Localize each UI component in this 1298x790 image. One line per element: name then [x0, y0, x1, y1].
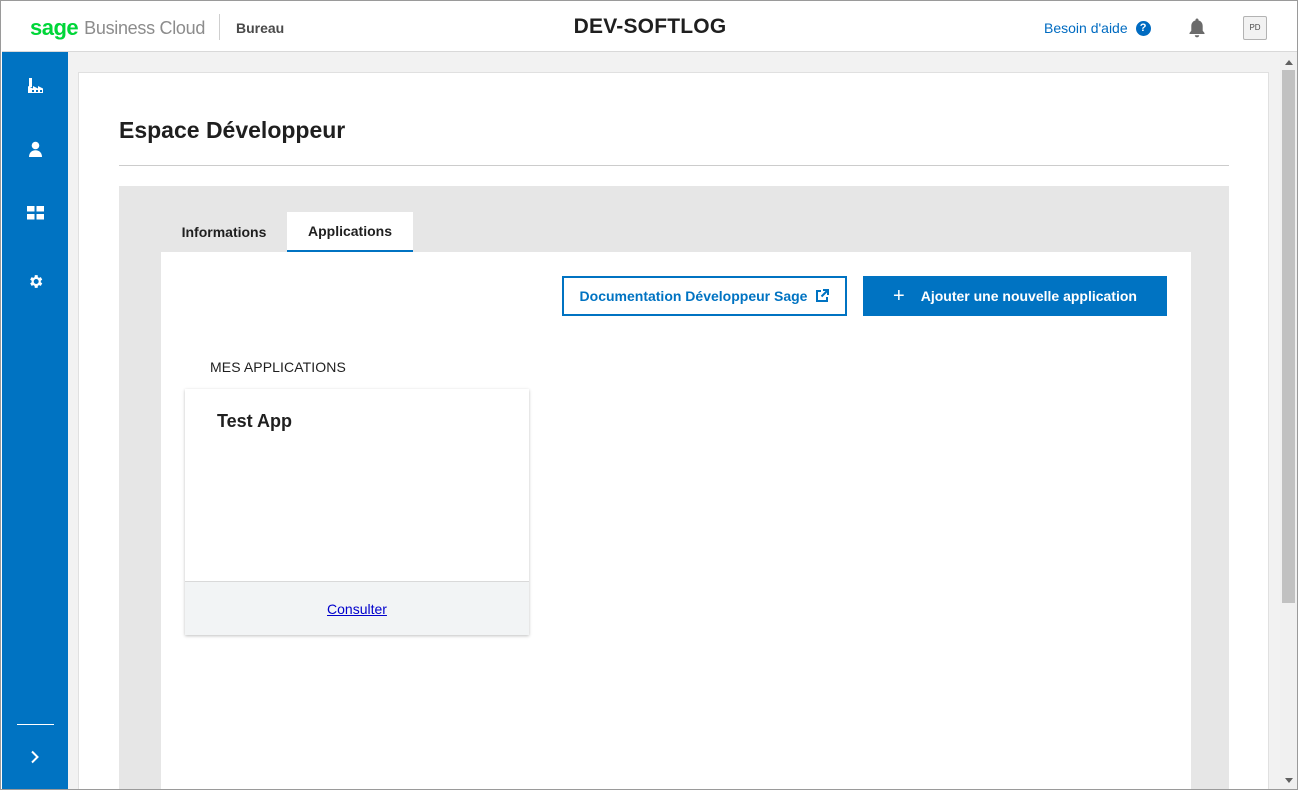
app-window: sage Business Cloud Bureau DEV-SOFTLOG B…: [0, 0, 1298, 790]
factory-icon: [27, 77, 43, 93]
title-divider: [119, 165, 1229, 166]
my-applications-heading: MES APPLICATIONS: [210, 359, 346, 375]
vertical-scrollbar[interactable]: [1280, 52, 1297, 789]
top-bar: sage Business Cloud Bureau DEV-SOFTLOG B…: [2, 2, 1297, 52]
external-link-icon: [816, 289, 830, 302]
scrollbar-thumb[interactable]: [1282, 70, 1295, 603]
tab-applications[interactable]: Applications: [287, 212, 413, 252]
developer-docs-button[interactable]: Documentation Développeur Sage: [562, 276, 847, 316]
avatar[interactable]: PD: [1243, 16, 1267, 40]
add-application-button[interactable]: + Ajouter une nouvelle application: [863, 276, 1167, 316]
main-area: Espace Développeur Informations Applicat…: [68, 52, 1280, 789]
page-title: Espace Développeur: [119, 117, 346, 143]
application-card-footer: Consulter: [185, 581, 529, 635]
applications-tab-content: Documentation Développeur Sage + Ajouter…: [161, 252, 1191, 789]
add-application-label: Ajouter une nouvelle application: [920, 288, 1137, 304]
sidebar: [2, 52, 68, 789]
sidebar-item-settings[interactable]: [2, 261, 68, 301]
tab-informations[interactable]: Informations: [161, 212, 287, 252]
bell-icon[interactable]: [1187, 17, 1207, 39]
user-icon: [28, 141, 42, 157]
content-panel: Espace Développeur Informations Applicat…: [78, 72, 1269, 789]
help-label: Besoin d'aide: [1044, 20, 1128, 36]
chevron-right-icon: [31, 750, 39, 764]
developer-docs-label: Documentation Développeur Sage: [579, 288, 808, 304]
question-circle-icon: ?: [1135, 20, 1151, 36]
tab-container: Informations Applications Documentation …: [119, 186, 1229, 789]
application-card: Test App Consulter: [185, 389, 529, 635]
consult-link[interactable]: Consulter: [327, 601, 387, 617]
sidebar-item-factory[interactable]: [2, 65, 68, 105]
scroll-down-arrow-icon[interactable]: [1280, 772, 1297, 788]
sidebar-item-apps[interactable]: [2, 193, 68, 233]
sidebar-divider: [17, 724, 54, 725]
plus-icon: +: [893, 285, 905, 307]
scroll-up-arrow-icon[interactable]: [1280, 54, 1297, 70]
sidebar-expand-button[interactable]: [2, 737, 68, 777]
apps-grid-icon: [26, 206, 44, 220]
gear-icon: [29, 274, 42, 288]
application-name: Test App: [217, 411, 292, 431]
sidebar-item-user[interactable]: [2, 129, 68, 169]
help-link[interactable]: Besoin d'aide ?: [1044, 20, 1151, 36]
